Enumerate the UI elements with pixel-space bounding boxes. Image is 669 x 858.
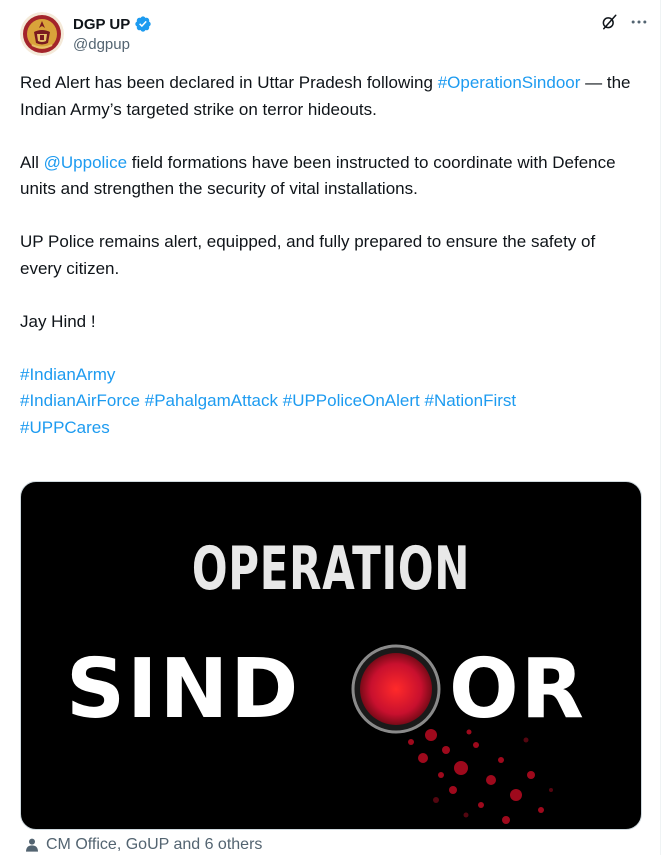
more-icon[interactable] <box>629 12 649 32</box>
up-police-emblem-icon <box>20 12 64 56</box>
verified-badge-icon[interactable] <box>134 15 152 33</box>
tweet-paragraph-4: Jay Hind ! <box>20 311 96 331</box>
media-title-sindoor: SIND OR <box>21 640 641 824</box>
tweet-paragraph-2: All @Uppolice field formations have been… <box>20 150 640 203</box>
grok-icon[interactable] <box>599 12 619 32</box>
hashtag-link[interactable]: #UPPCares <box>20 418 110 437</box>
handle[interactable]: @dgpup <box>73 36 152 53</box>
header-actions <box>599 12 649 32</box>
tweet-paragraph-3: UP Police remains alert, equipped, and f… <box>20 232 596 278</box>
tagged-people-row[interactable]: CM Office, GoUP and 6 others <box>24 836 262 854</box>
hashtag-link[interactable]: #IndianAirForce <box>20 391 140 410</box>
person-icon <box>24 837 40 853</box>
hashtag-line-3: #UPPCares <box>20 415 640 442</box>
display-name[interactable]: DGP UP <box>73 16 130 33</box>
column-divider <box>660 0 661 855</box>
author-block: DGP UP @dgpup <box>73 13 152 53</box>
tweet-header: DGP UP @dgpup <box>20 12 649 58</box>
tweet-text: Red Alert has been declared in Uttar Pra… <box>20 70 640 441</box>
hashtag-line-1: #IndianArmy <box>20 362 640 389</box>
avatar[interactable] <box>20 12 64 56</box>
hashtag-link[interactable]: #IndianArmy <box>20 365 115 384</box>
hashtag-link[interactable]: #UPPoliceOnAlert <box>283 391 420 410</box>
tagged-people-text[interactable]: CM Office, GoUP and 6 others <box>46 836 262 854</box>
hashtag-link[interactable]: #PahalgamAttack <box>145 391 278 410</box>
tweet-text-span: Red Alert has been declared in Uttar Pra… <box>20 73 438 92</box>
tweet-media-image[interactable]: OPERATION SIND OR <box>20 481 642 830</box>
mention-link[interactable]: @Uppolice <box>44 153 127 172</box>
tweet-paragraph-1: Red Alert has been declared in Uttar Pra… <box>20 70 640 123</box>
tweet-text-span: All <box>20 152 44 172</box>
display-name-row: DGP UP <box>73 13 152 35</box>
hashtag-link[interactable]: #OperationSindoor <box>438 73 581 92</box>
media-title-operation: OPERATION <box>191 534 471 604</box>
hashtag-line-2: #IndianAirForce #PahalgamAttack #UPPolic… <box>20 388 640 415</box>
media-title-sindoor-right: OR <box>449 642 586 737</box>
hashtag-link[interactable]: #NationFirst <box>424 391 516 410</box>
